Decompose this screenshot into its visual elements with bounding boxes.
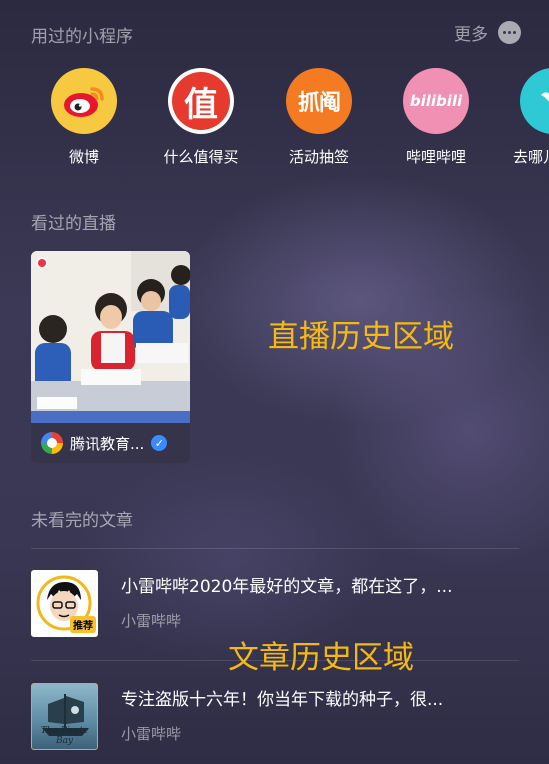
live-history-title: 看过的直播 [31,214,116,234]
mini-program-bilibili[interactable]: bilibili 哔哩哔哩 [381,68,491,167]
verified-check-icon: ✓ [151,435,168,451]
unread-articles-title: 未看完的文章 [31,511,133,531]
article-thumbnail: 推荐 [31,570,98,637]
mini-program-qunar[interactable]: 去哪儿 [498,68,549,167]
tencent-news-logo-icon [41,432,63,454]
app-label: 去哪儿 [513,148,549,166]
smzdm-icon: 值 [168,68,234,134]
mini-program-weibo[interactable]: 微博 [29,68,139,167]
mini-program-smzdm[interactable]: 值 什么值得买 [146,68,256,167]
app-label: 什么值得买 [163,148,239,166]
article-headline: 小雷哔哔2020年最好的文章，都在这了，... [121,577,453,597]
article-source: 小雷哔哔 [121,612,182,630]
live-thumbnail [31,251,190,423]
live-history-area-label: 直播历史区域 [268,319,454,355]
live-card[interactable]: 腾讯教育... ✓ [31,251,190,463]
weibo-icon [51,68,117,134]
app-label: 哔哩哔哩 [405,148,466,166]
divider [31,548,519,549]
app-label: 微博 [68,148,99,166]
more-dots-icon [498,21,521,44]
article-item[interactable]: The Pirate Bay 专注盗版十六年！你当年下载的种子，很... 小雷哔… [31,683,521,751]
article-item[interactable]: 推荐 小雷哔哔2020年最好的文章，都在这了，... 小雷哔哔 [31,570,521,638]
article-headline: 专注盗版十六年！你当年下载的种子，很... [121,690,444,710]
qunar-icon [520,68,549,134]
article-thumbnail: The Pirate Bay [31,683,98,750]
thumbnail-caption: The Pirate Bay [40,726,89,746]
mini-program-lottery[interactable]: 抓阄 活动抽签 [264,68,374,167]
more-button[interactable]: 更多 [454,20,521,45]
lottery-icon: 抓阄 [286,68,352,134]
bilibili-icon: bilibili [403,68,469,134]
app-label: 活动抽签 [288,148,349,166]
mini-programs-title: 用过的小程序 [31,27,133,47]
channel-name: 腾讯教育... [70,434,145,453]
article-history-area-label: 文章历史区域 [228,640,414,676]
live-channel-bar: 腾讯教育... ✓ [31,423,190,463]
more-label: 更多 [454,25,488,45]
article-source: 小雷哔哔 [121,725,182,743]
live-indicator-dot [38,259,46,267]
recommend-badge: 推荐 [70,616,96,633]
